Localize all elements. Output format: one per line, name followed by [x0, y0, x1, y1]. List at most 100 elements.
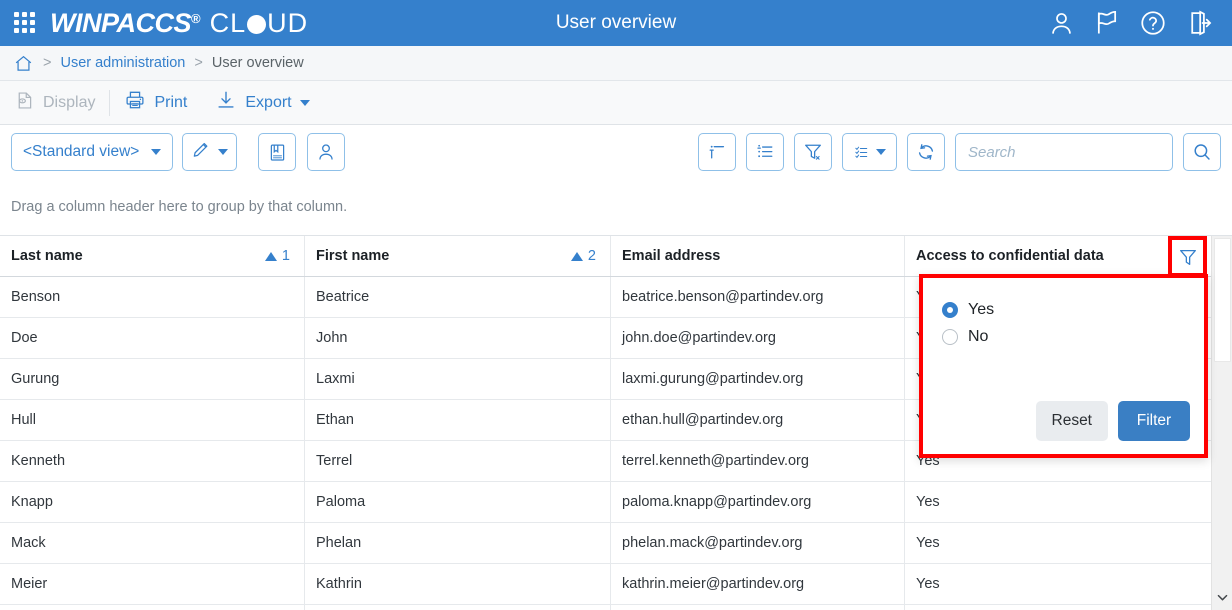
top-header-bar: WINPACCS ® CL UD User overview: [0, 0, 1232, 46]
table-row[interactable]: Meier Kathrin kathrin.meier@partindev.or…: [0, 564, 1211, 605]
column-header-last-name[interactable]: Last name 1: [0, 236, 305, 276]
cell-email: ethan.hull@partindev.org: [611, 400, 905, 440]
cell-email: laxmi.gurung@partindev.org: [611, 359, 905, 399]
breadcrumb-separator-1: >: [43, 55, 52, 71]
breadcrumb-link-user-administration[interactable]: User administration: [60, 55, 185, 71]
action-toolbar: Display Print Export: [0, 81, 1232, 125]
cell-first-name: Ethan: [305, 400, 611, 440]
cloud-o-glyph: [247, 14, 267, 34]
table-header-row: Last name 1 First name 2 Email address A…: [0, 236, 1211, 277]
radio-no-icon[interactable]: [942, 329, 958, 345]
home-icon[interactable]: [13, 53, 34, 74]
sort-indicator-last-name: 1: [264, 248, 290, 264]
group-panel[interactable]: Drag a column header here to group by th…: [0, 178, 1232, 236]
pencil-icon: [191, 140, 211, 164]
sort-ascending-icon: [264, 251, 277, 261]
cell-last-name: Meier: [0, 564, 305, 604]
sort-indicator-first-name: 2: [570, 248, 596, 264]
book-button[interactable]: [258, 133, 296, 171]
cell-last-name: Benson: [0, 277, 305, 317]
cell-email: kathrin.meier@partindev.org: [611, 564, 905, 604]
reset-button[interactable]: Reset: [1035, 401, 1108, 441]
grid-apps-icon[interactable]: [14, 12, 36, 34]
filter-popup: Yes No Reset Filter: [919, 274, 1208, 458]
brand-name: WINPACCS: [50, 7, 192, 38]
cell-first-name: Terrel: [305, 441, 611, 481]
view-toolbar: <Standard view>: [0, 126, 1232, 178]
cell-first-name: [305, 605, 611, 610]
print-button[interactable]: Print: [110, 81, 201, 125]
vertical-scrollbar[interactable]: [1211, 236, 1232, 610]
export-label: Export: [245, 93, 292, 111]
cell-first-name: Beatrice: [305, 277, 611, 317]
filter-option-yes-label: Yes: [968, 301, 995, 318]
column-header-access-to-confidential-data[interactable]: Access to confidential data: [905, 236, 1211, 276]
filter-option-no-label: No: [968, 328, 989, 345]
cell-last-name: Knapp: [0, 482, 305, 522]
table-row[interactable]: Mack Phelan phelan.mack@partindev.org Ye…: [0, 523, 1211, 564]
group-panel-hint: Drag a column header here to group by th…: [11, 198, 348, 215]
cell-first-name: Kathrin: [305, 564, 611, 604]
scroll-down-arrow-icon[interactable]: [1212, 587, 1232, 607]
radio-yes-icon[interactable]: [942, 302, 958, 318]
user-account-icon[interactable]: [1046, 8, 1076, 38]
chevron-down-icon: [299, 99, 310, 106]
cell-last-name: Mack: [0, 523, 305, 563]
cell-access: Yes: [916, 494, 940, 510]
table-row[interactable]: [0, 605, 1211, 610]
top-actions: [1046, 0, 1226, 46]
column-header-label: Last name: [11, 248, 83, 264]
breadcrumb: > User administration > User overview: [0, 46, 1232, 81]
display-label: Display: [43, 93, 96, 111]
cell-access: Yes: [916, 576, 940, 592]
export-button[interactable]: Export: [201, 81, 323, 125]
brand-logo: WINPACCS ® CL UD: [50, 8, 308, 39]
person-button[interactable]: [307, 133, 345, 171]
cell-email: paloma.knapp@partindev.org: [611, 482, 905, 522]
filter-option-yes[interactable]: Yes: [942, 301, 1204, 319]
cell-first-name: Laxmi: [305, 359, 611, 399]
scrollbar-thumb[interactable]: [1214, 238, 1231, 362]
help-question-icon[interactable]: [1138, 8, 1168, 38]
column-header-label: First name: [316, 248, 390, 264]
view-selector-label: <Standard view>: [23, 143, 140, 160]
table-row[interactable]: Knapp Paloma paloma.knapp@partindev.org …: [0, 482, 1211, 523]
breadcrumb-current-page: User overview: [211, 55, 304, 71]
filter-column-button-highlight[interactable]: [1168, 236, 1207, 277]
filter-button[interactable]: Filter: [1118, 401, 1190, 441]
brand-registered-mark: ®: [191, 10, 201, 26]
view-selector-dropdown[interactable]: <Standard view>: [11, 133, 173, 171]
search-button[interactable]: [1183, 133, 1221, 171]
cell-access: [905, 605, 1211, 610]
cell-first-name: John: [305, 318, 611, 358]
chevron-down-icon: [876, 149, 886, 155]
breadcrumb-separator-2: >: [194, 55, 203, 71]
cell-email: terrel.kenneth@partindev.org: [611, 441, 905, 481]
cell-first-name: Phelan: [305, 523, 611, 563]
cell-last-name: [0, 605, 305, 610]
language-flag-icon[interactable]: [1092, 8, 1122, 38]
search-input[interactable]: [955, 133, 1173, 171]
cell-email: beatrice.benson@partindev.org: [611, 277, 905, 317]
sort-order-number: 2: [587, 248, 596, 264]
edit-view-dropdown-button[interactable]: [182, 133, 237, 171]
clear-filter-button[interactable]: [794, 133, 832, 171]
display-button[interactable]: Display: [0, 81, 109, 125]
funnel-filter-icon: [1179, 249, 1196, 265]
column-header-first-name[interactable]: First name 2: [305, 236, 611, 276]
column-chooser-button[interactable]: [698, 133, 736, 171]
sort-ascending-icon: [570, 251, 583, 261]
detail-list-button[interactable]: [746, 133, 784, 171]
cell-last-name: Gurung: [0, 359, 305, 399]
filter-option-no[interactable]: No: [942, 328, 1204, 346]
printer-icon: [124, 89, 146, 116]
chevron-down-icon: [218, 149, 228, 155]
select-rows-dropdown-button[interactable]: [842, 133, 897, 171]
cell-email: phelan.mack@partindev.org: [611, 523, 905, 563]
refresh-button[interactable]: [907, 133, 945, 171]
column-header-label: Access to confidential data: [916, 248, 1104, 264]
column-header-email-address[interactable]: Email address: [611, 236, 905, 276]
cell-last-name: Hull: [0, 400, 305, 440]
logout-icon[interactable]: [1184, 8, 1214, 38]
cell-access: Yes: [916, 535, 940, 551]
